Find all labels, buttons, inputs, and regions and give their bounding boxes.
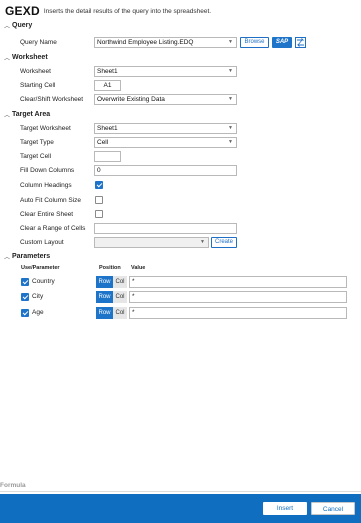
clear-entire-label: Clear Entire Sheet (20, 211, 74, 218)
formula-divider (0, 491, 361, 492)
target-type-label: Target Type (20, 139, 54, 146)
chevron-down-icon: ▼ (228, 96, 233, 102)
formula-label: Formula (0, 482, 26, 489)
chevron-down-icon: ▼ (228, 125, 233, 131)
target-type-select[interactable]: Cell ▼ (94, 137, 237, 148)
param-name: City (32, 293, 44, 300)
insert-button[interactable]: Insert (263, 502, 307, 515)
target-worksheet-label: Target Worksheet (20, 125, 71, 132)
position-toggle[interactable]: Row Col (96, 276, 127, 288)
auto-fit-label: Auto Fit Column Size (20, 197, 82, 204)
position-toggle[interactable]: Row Col (96, 291, 127, 303)
formula-section[interactable]: Formula (0, 480, 361, 494)
position-col-option[interactable]: Col (113, 291, 127, 303)
position-row-option[interactable]: Row (96, 291, 113, 303)
target-cell-input[interactable] (94, 151, 121, 162)
param-name: Country (32, 278, 55, 285)
create-button[interactable]: Create (211, 237, 237, 248)
swap-button[interactable] (295, 37, 306, 48)
param-use-checkbox[interactable] (21, 278, 29, 286)
chevron-down-icon: ▼ (228, 39, 233, 45)
clear-entire-checkbox[interactable] (95, 210, 103, 218)
target-cell-label: Target Cell (20, 153, 52, 160)
function-header: GEXD Inserts the detail results of the q… (5, 4, 211, 18)
section-title-target-area: Target Area (12, 111, 51, 118)
clear-shift-value: Overwrite Existing Data (97, 96, 165, 103)
param-value-input[interactable]: * (129, 291, 347, 303)
chevron-down-icon: ▼ (228, 139, 233, 145)
swap-icon (296, 38, 305, 47)
param-use-checkbox[interactable] (21, 309, 29, 317)
function-name: GEXD (5, 4, 40, 18)
position-col-option[interactable]: Col (113, 276, 127, 288)
section-title-parameters: Parameters (12, 253, 51, 260)
target-type-value: Cell (97, 139, 109, 146)
clear-range-label: Clear a Range of Cells (20, 225, 86, 232)
starting-cell-input[interactable]: A1 (94, 80, 121, 91)
worksheet-value: Sheet1 (97, 68, 118, 75)
clear-shift-select[interactable]: Overwrite Existing Data ▼ (94, 94, 237, 105)
section-worksheet[interactable]: ︿ Worksheet (4, 53, 48, 62)
fill-down-input[interactable]: 0 (94, 165, 237, 176)
chevron-up-icon: ︿ (4, 113, 11, 119)
clear-range-input[interactable] (94, 223, 237, 234)
browse-button[interactable]: Browse (240, 37, 269, 48)
chevron-up-icon: ︿ (4, 24, 11, 30)
worksheet-select[interactable]: Sheet1 ▼ (94, 66, 237, 77)
section-parameters[interactable]: ︿ Parameters (4, 252, 50, 261)
custom-layout-select[interactable]: ▼ (94, 237, 209, 248)
param-name: Age (32, 309, 44, 316)
fill-down-label: Fill Down Columns (20, 167, 75, 174)
chevron-down-icon: ▼ (200, 239, 205, 245)
column-header-use-parameter: Use/Parameter (21, 265, 60, 271)
section-query[interactable]: ︿ Query (4, 21, 32, 30)
column-headings-label: Column Headings (20, 182, 72, 189)
chevron-up-icon: ︿ (4, 255, 11, 261)
cancel-button[interactable]: Cancel (311, 502, 355, 515)
param-value-input[interactable]: * (129, 276, 347, 288)
section-title-query: Query (12, 22, 33, 29)
query-name-label: Query Name (20, 39, 57, 46)
query-name-value: Northwind Employee Listing.EDQ (97, 39, 194, 46)
param-value-input[interactable]: * (129, 307, 347, 319)
target-worksheet-select[interactable]: Sheet1 ▼ (94, 123, 237, 134)
sap-button[interactable]: SAP (272, 37, 292, 48)
query-name-select[interactable]: Northwind Employee Listing.EDQ ▼ (94, 37, 237, 48)
column-header-value: Value (131, 265, 146, 271)
worksheet-label: Worksheet (20, 68, 51, 75)
chevron-up-icon: ︿ (4, 56, 11, 62)
section-target-area[interactable]: ︿ Target Area (4, 110, 50, 119)
position-col-option[interactable]: Col (113, 307, 127, 319)
auto-fit-checkbox[interactable] (95, 196, 103, 204)
position-toggle[interactable]: Row Col (96, 307, 127, 319)
column-headings-checkbox[interactable] (95, 181, 103, 189)
clear-shift-label: Clear/Shift Worksheet (20, 96, 84, 103)
chevron-down-icon: ▼ (228, 68, 233, 74)
section-title-worksheet: Worksheet (12, 54, 48, 61)
param-use-checkbox[interactable] (21, 293, 29, 301)
target-worksheet-value: Sheet1 (97, 125, 118, 132)
custom-layout-label: Custom Layout (20, 239, 64, 246)
function-description: Inserts the detail results of the query … (43, 7, 212, 15)
starting-cell-label: Starting Cell (20, 82, 56, 89)
position-row-option[interactable]: Row (96, 307, 113, 319)
position-row-option[interactable]: Row (96, 276, 113, 288)
column-header-position: Position (99, 265, 121, 271)
footer-bar: Insert Cancel (0, 494, 361, 523)
